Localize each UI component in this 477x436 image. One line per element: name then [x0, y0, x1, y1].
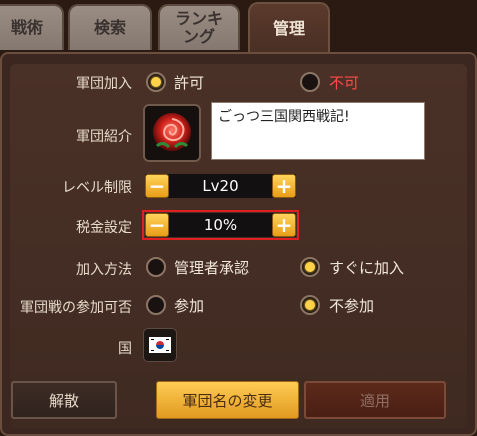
tab-manage[interactable]: 管理 — [248, 2, 330, 54]
level-stepper: − Lv20 + — [145, 174, 296, 198]
apply-button-label: 適用 — [359, 391, 390, 410]
country-flag-button[interactable] — [143, 328, 177, 362]
level-decrease-button[interactable]: − — [145, 174, 169, 198]
tax-decrease-button[interactable]: − — [145, 213, 169, 237]
join-method-approval-label[interactable]: 管理者承認 — [174, 257, 249, 278]
tab-ranking[interactable]: ランキ ング — [158, 4, 240, 50]
join-allow-radio[interactable] — [146, 72, 166, 92]
war-join-radio[interactable] — [146, 295, 166, 315]
tax-value: 10% — [203, 216, 238, 234]
disband-button[interactable]: 解散 — [11, 381, 117, 419]
war-join-label[interactable]: 参加 — [174, 295, 204, 316]
level-value: Lv20 — [202, 177, 239, 195]
war-decline-radio[interactable] — [300, 295, 320, 315]
intro-textarea[interactable]: ごっつ三国関西戦記! — [211, 102, 425, 160]
war-label: 軍団戦の参加可否 — [20, 300, 132, 316]
tax-label: 税金設定 — [76, 220, 132, 236]
tab-tactics[interactable]: 戦術 — [0, 4, 64, 50]
intro-label: 軍団紹介 — [76, 129, 132, 145]
join-deny-label[interactable]: 不可 — [329, 72, 359, 93]
join-allow-label[interactable]: 許可 — [174, 72, 204, 93]
join-method-instant-label[interactable]: すぐに加入 — [329, 257, 404, 278]
tab-manage-label: 管理 — [272, 19, 305, 38]
tab-search-label: 検索 — [93, 18, 126, 37]
tab-search[interactable]: 検索 — [68, 4, 152, 50]
tax-increase-button[interactable]: + — [272, 213, 296, 237]
south-korea-flag-icon — [149, 337, 171, 353]
apply-button[interactable]: 適用 — [304, 381, 446, 419]
rename-button-label: 軍団名の変更 — [182, 391, 273, 410]
rename-button[interactable]: 軍団名の変更 — [156, 381, 299, 419]
tab-bar: 戦術 検索 ランキ ング 管理 — [0, 0, 477, 54]
tax-stepper: − 10% + — [142, 210, 299, 240]
tab-ranking-label: ランキ ング — [174, 9, 223, 46]
tab-tactics-label: 戦術 — [10, 18, 43, 37]
war-decline-label[interactable]: 不参加 — [329, 295, 374, 316]
join-label: 軍団加入 — [76, 76, 132, 92]
country-label: 国 — [118, 341, 132, 357]
level-increase-button[interactable]: + — [271, 174, 296, 198]
join-deny-radio[interactable] — [300, 72, 320, 92]
join-method-instant-radio[interactable] — [300, 257, 320, 277]
level-label: レベル制限 — [62, 180, 132, 196]
join-method-approval-radio[interactable] — [146, 257, 166, 277]
rose-emblem-icon[interactable] — [143, 104, 201, 162]
join-method-label: 加入方法 — [76, 262, 132, 278]
disband-button-label: 解散 — [48, 391, 79, 410]
